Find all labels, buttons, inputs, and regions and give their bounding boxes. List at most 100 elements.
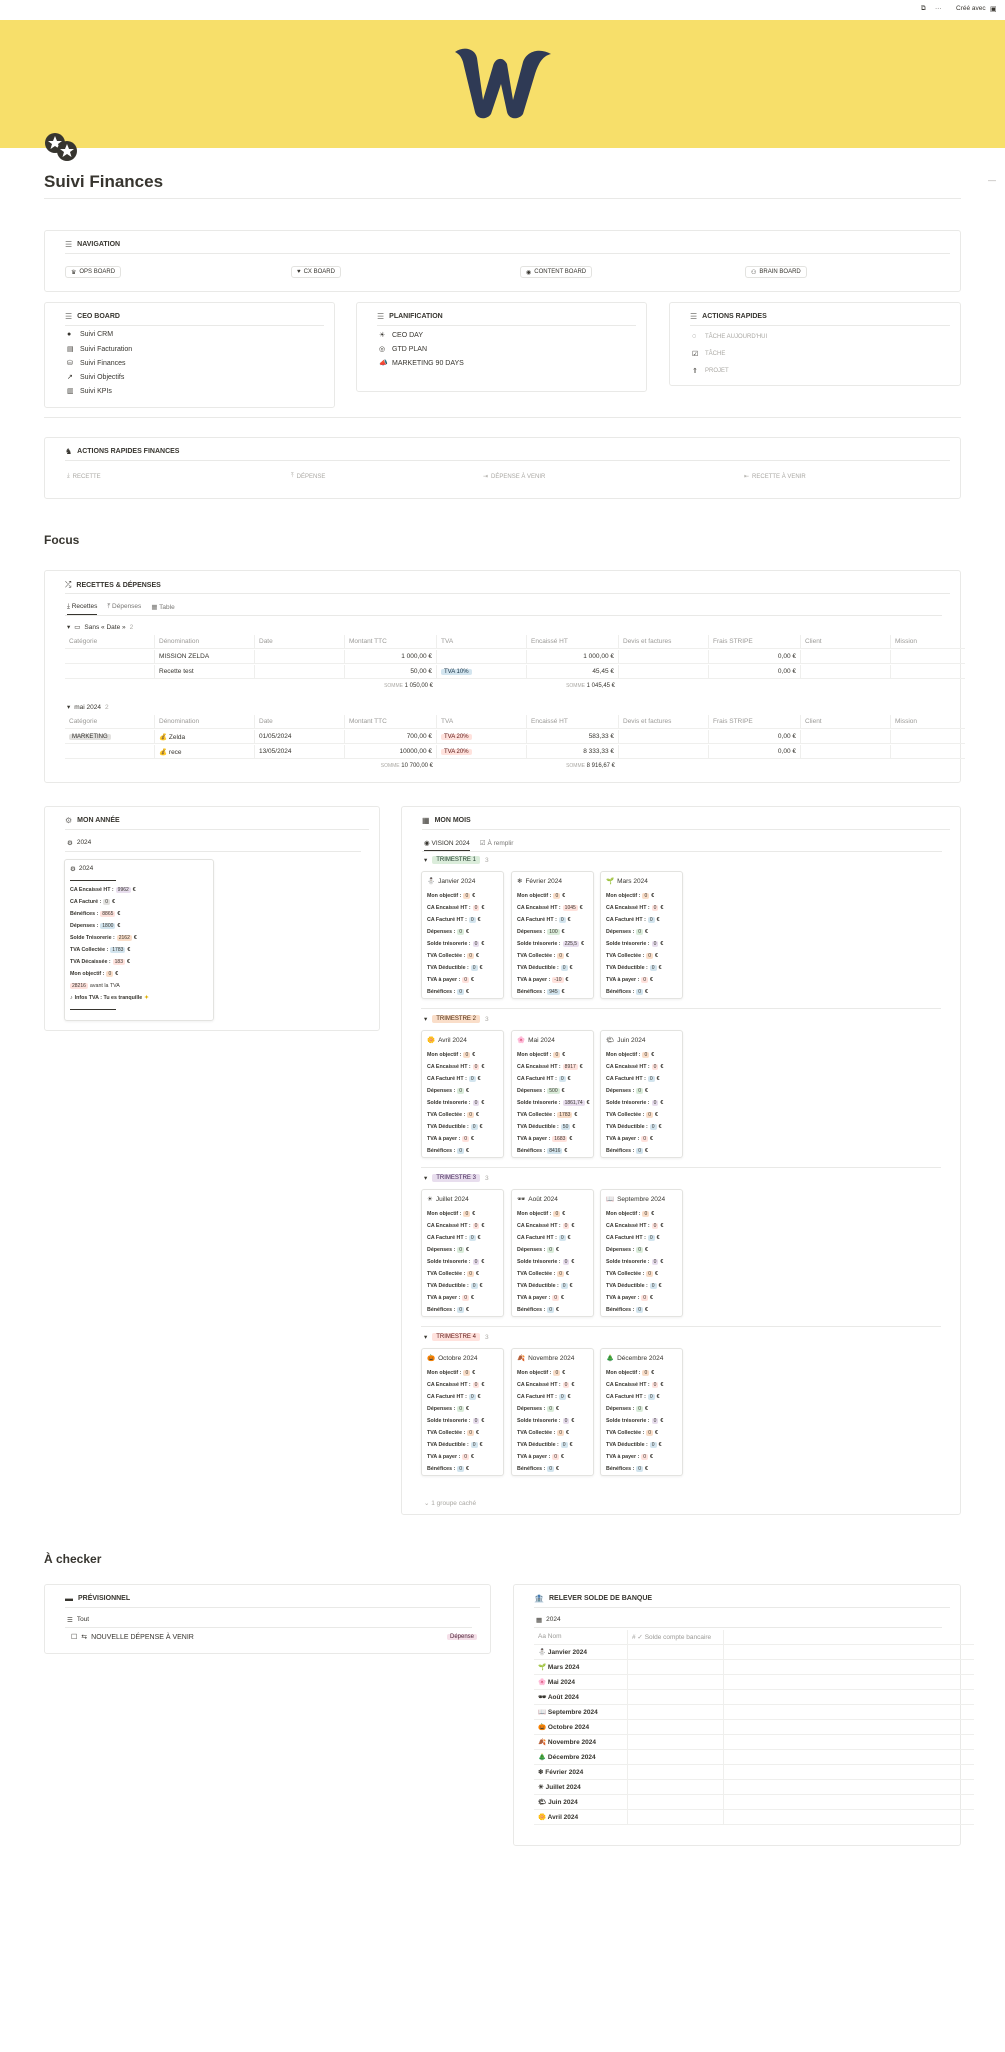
table-row[interactable]: 🌱 Mars 2024 bbox=[534, 1660, 974, 1675]
month-stat-row: Mon objectif :0 € bbox=[517, 1052, 566, 1058]
table-sums: SOMME 10 700,00 € SOMME 8 916,67 € bbox=[380, 763, 615, 769]
target-icon: ◎ bbox=[379, 346, 386, 353]
link-ceo-day[interactable]: ☀ CEO DAY bbox=[379, 331, 423, 340]
tab-recettes[interactable]: ⤓ Recettes bbox=[67, 603, 98, 615]
month-stat-row: Solde trésorerie :0 € bbox=[427, 941, 485, 947]
table-row[interactable]: ⛄ Janvier 2024 bbox=[534, 1645, 974, 1660]
formula-icon: # ✓ bbox=[632, 1634, 645, 1641]
year-stat-row: CA Facturé :0 € bbox=[70, 899, 116, 905]
month-card[interactable]: 🌸 Mai 2024 Mon objectif :0 € CA Encaissé HT … bbox=[511, 1030, 594, 1158]
table-row[interactable]: 🌸 Mai 2024 bbox=[534, 1675, 974, 1690]
month-card[interactable]: 📖 Septembre 2024 Mon objectif :0 € CA Encais… bbox=[600, 1189, 683, 1317]
cx-board-button[interactable]: ♥ CX BOARD bbox=[291, 266, 341, 278]
group-toggle-mai-2024[interactable]: ▾ mai 2024 2 bbox=[67, 703, 109, 712]
view-tout[interactable]: ☰ Tout bbox=[67, 1616, 89, 1624]
depense-button[interactable]: ⤒ DÉPENSE bbox=[291, 473, 325, 480]
table-row[interactable]: ❄ Février 2024 bbox=[534, 1765, 974, 1780]
checkbox-icon[interactable]: ☐ bbox=[71, 1633, 77, 1641]
month-title: Août 2024 bbox=[528, 1195, 558, 1203]
month-stat-row: TVA à payer : -10 € bbox=[517, 977, 569, 983]
outline-icon[interactable]: — bbox=[988, 176, 996, 185]
table-row[interactable]: 🎃 Octobre 2024 bbox=[534, 1720, 974, 1735]
tab-table[interactable]: ▦ Table bbox=[151, 603, 174, 615]
tab-vision-2024[interactable]: ◉ VISION 2024 bbox=[424, 839, 470, 851]
month-stat-row: CA Encaissé HT :0 € bbox=[427, 1382, 485, 1388]
month-stat-row: Dépenses :0 € bbox=[427, 929, 469, 935]
shuffle-icon: ⤮ bbox=[65, 580, 72, 589]
month-card[interactable]: ⛄ Janvier 2024 Mon objectif :0 € CA Encaissé… bbox=[421, 871, 504, 999]
action-tache[interactable]: ☑ TÂCHE bbox=[692, 350, 725, 358]
navigation-header: ☰ NAVIGATION bbox=[65, 240, 121, 249]
month-icon: ⛄ bbox=[427, 878, 436, 885]
year-card[interactable]: ⚙ 2024 CA Encaissé HT :9962 € CA Facturé :0… bbox=[64, 859, 214, 1021]
month-card[interactable]: 🎃 Octobre 2024 Mon objectif :0 € CA Encaissé… bbox=[421, 1348, 504, 1476]
month-card[interactable]: 🎄 Décembre 2024 Mon objectif :0 € CA Encaiss… bbox=[600, 1348, 683, 1476]
tab-depenses[interactable]: ⤒ Dépenses bbox=[107, 603, 141, 615]
month-card[interactable]: 🌤 Juin 2024 Mon objectif :0 € CA Encaissé HT… bbox=[600, 1030, 683, 1158]
table-row[interactable]: 🌤 Juin 2024 bbox=[534, 1795, 974, 1810]
triangle-down-icon: ▾ bbox=[424, 1334, 428, 1341]
notion-icon[interactable]: ▣ bbox=[990, 5, 997, 13]
table-row[interactable]: 🕶 Août 2024 bbox=[534, 1690, 974, 1705]
table-row[interactable]: 🎄 Décembre 2024 bbox=[534, 1750, 974, 1765]
ceo-board-box: ☰ CEO BOARD ● Suivi CRM ▤ Suivi Facturation… bbox=[44, 302, 335, 408]
link-suivi-kpis[interactable]: ▥ Suivi KPIs bbox=[67, 387, 112, 396]
table-row[interactable]: MISSION ZELDA 1 000,00 €1 000,00 €0,00 € bbox=[65, 650, 965, 664]
view-2024[interactable]: ⚙ 2024 bbox=[67, 839, 91, 847]
hidden-groups-toggle[interactable]: ⌄ 1 groupe caché bbox=[424, 1499, 476, 1507]
link-marketing-90-days[interactable]: 📣 MARKETING 90 DAYS bbox=[379, 359, 464, 368]
month-stat-row: CA Encaissé HT :0 € bbox=[606, 1223, 664, 1229]
type-tag: Dépense bbox=[447, 1634, 478, 1640]
month-stat-row: CA Facturé HT :0 € bbox=[606, 1076, 660, 1082]
month-stat-row: Dépenses :0 € bbox=[606, 929, 648, 935]
ops-board-button[interactable]: ♛ OPS BOARD bbox=[65, 266, 122, 278]
month-title: Janvier 2024 bbox=[438, 877, 476, 885]
table-row[interactable]: Recette test 50,00 € TVA 10% 45,45 €0,00 € bbox=[65, 665, 965, 679]
link-suivi-objectifs[interactable]: ↗ Suivi Objectifs bbox=[67, 373, 124, 382]
created-with-link[interactable]: Créé avec bbox=[956, 5, 986, 12]
trimestre-group-toggle[interactable]: ▾ TRIMESTRE 43 bbox=[424, 1333, 489, 1341]
trimestre-group-toggle[interactable]: ▾ TRIMESTRE 33 bbox=[424, 1174, 489, 1182]
month-title: Juin 2024 bbox=[617, 1036, 646, 1044]
table-row[interactable]: 💰 rece 13/05/2024 10000,00 € TVA 20% 8 333,3… bbox=[65, 745, 965, 759]
month-card[interactable]: ❄ Février 2024 Mon objectif :0 € CA Encaissé… bbox=[511, 871, 594, 999]
page-icon[interactable] bbox=[44, 132, 80, 164]
content-board-button[interactable]: ◉ CONTENT BOARD bbox=[520, 266, 593, 278]
link-suivi-finances[interactable]: ⛁ Suivi Finances bbox=[67, 359, 126, 368]
month-card[interactable]: 🕶 Août 2024 Mon objectif :0 € CA Encaissé HT… bbox=[511, 1189, 594, 1317]
month-card[interactable]: 🍂 Novembre 2024 Mon objectif :0 € CA Encaiss… bbox=[511, 1348, 594, 1476]
trimestre-group-toggle[interactable]: ▾ TRIMESTRE 23 bbox=[424, 1015, 489, 1023]
month-title: Février 2024 bbox=[525, 877, 562, 885]
link-suivi-crm[interactable]: ● Suivi CRM bbox=[67, 331, 113, 338]
table-sums: SOMME 1 050,00 € SOMME 1 045,45 € bbox=[384, 683, 615, 689]
table-row[interactable]: 🍂 Novembre 2024 bbox=[534, 1735, 974, 1750]
list-item[interactable]: ☐ ⇆ NOUVELLE DÉPENSE À VENIR bbox=[71, 1633, 194, 1642]
group-toggle-sans-date[interactable]: ▾ ▭ Sans « Date » 2 bbox=[67, 623, 133, 632]
table-row[interactable]: 📖 Septembre 2024 bbox=[534, 1705, 974, 1720]
action-projet[interactable]: ⇑ PROJET bbox=[692, 367, 729, 375]
trimestre-group-toggle[interactable]: ▾ TRIMESTRE 13 bbox=[424, 856, 489, 864]
megaphone-icon: 📣 bbox=[379, 360, 388, 367]
table-row[interactable]: 🌼 Avril 2024 bbox=[534, 1810, 974, 1825]
a-checker-heading: À checker bbox=[44, 1552, 102, 1566]
month-card[interactable]: 🌼 Avril 2024 Mon objectif :0 € CA Encaissé H… bbox=[421, 1030, 504, 1158]
month-card[interactable]: 🌱 Mars 2024 Mon objectif :0 € CA Encaissé HT… bbox=[600, 871, 683, 999]
recette-a-venir-button[interactable]: ⇤ RECETTE À VENIR bbox=[744, 473, 806, 481]
month-stat-row: Bénéfices :0 € bbox=[427, 1307, 469, 1313]
more-options-button[interactable]: ··· bbox=[935, 5, 942, 12]
recette-button[interactable]: ⤓ RECETTE bbox=[67, 473, 101, 480]
table-row[interactable]: ☀ Juillet 2024 bbox=[534, 1780, 974, 1795]
link-gtd-plan[interactable]: ◎ GTD PLAN bbox=[379, 345, 427, 354]
view-2024[interactable]: ▦ 2024 bbox=[536, 1616, 561, 1624]
link-suivi-facturation[interactable]: ▤ Suivi Facturation bbox=[67, 345, 132, 354]
action-tache-aujourdhui[interactable]: ◌ TÂCHE AUJOURD'HUI bbox=[692, 333, 767, 340]
month-stat-row: Dépenses :100 € bbox=[517, 929, 565, 935]
brain-board-button[interactable]: ⚇ BRAIN BOARD bbox=[745, 266, 807, 278]
month-card[interactable]: ☀ Juillet 2024 Mon objectif :0 € CA Encaissé… bbox=[421, 1189, 504, 1317]
table-row[interactable]: MARKETING 💰 Zelda 01/05/2024 700,00 € TVA 20… bbox=[65, 730, 965, 744]
depense-a-venir-button[interactable]: ⇥ DÉPENSE À VENIR bbox=[483, 473, 545, 481]
copy-icon[interactable]: ⧉ bbox=[921, 5, 926, 13]
month-title: Mars 2024 bbox=[617, 877, 648, 885]
tab-a-remplir[interactable]: ☑ À remplir bbox=[480, 839, 514, 851]
actions-rapides-title: ACTIONS RAPIDES bbox=[702, 313, 767, 320]
